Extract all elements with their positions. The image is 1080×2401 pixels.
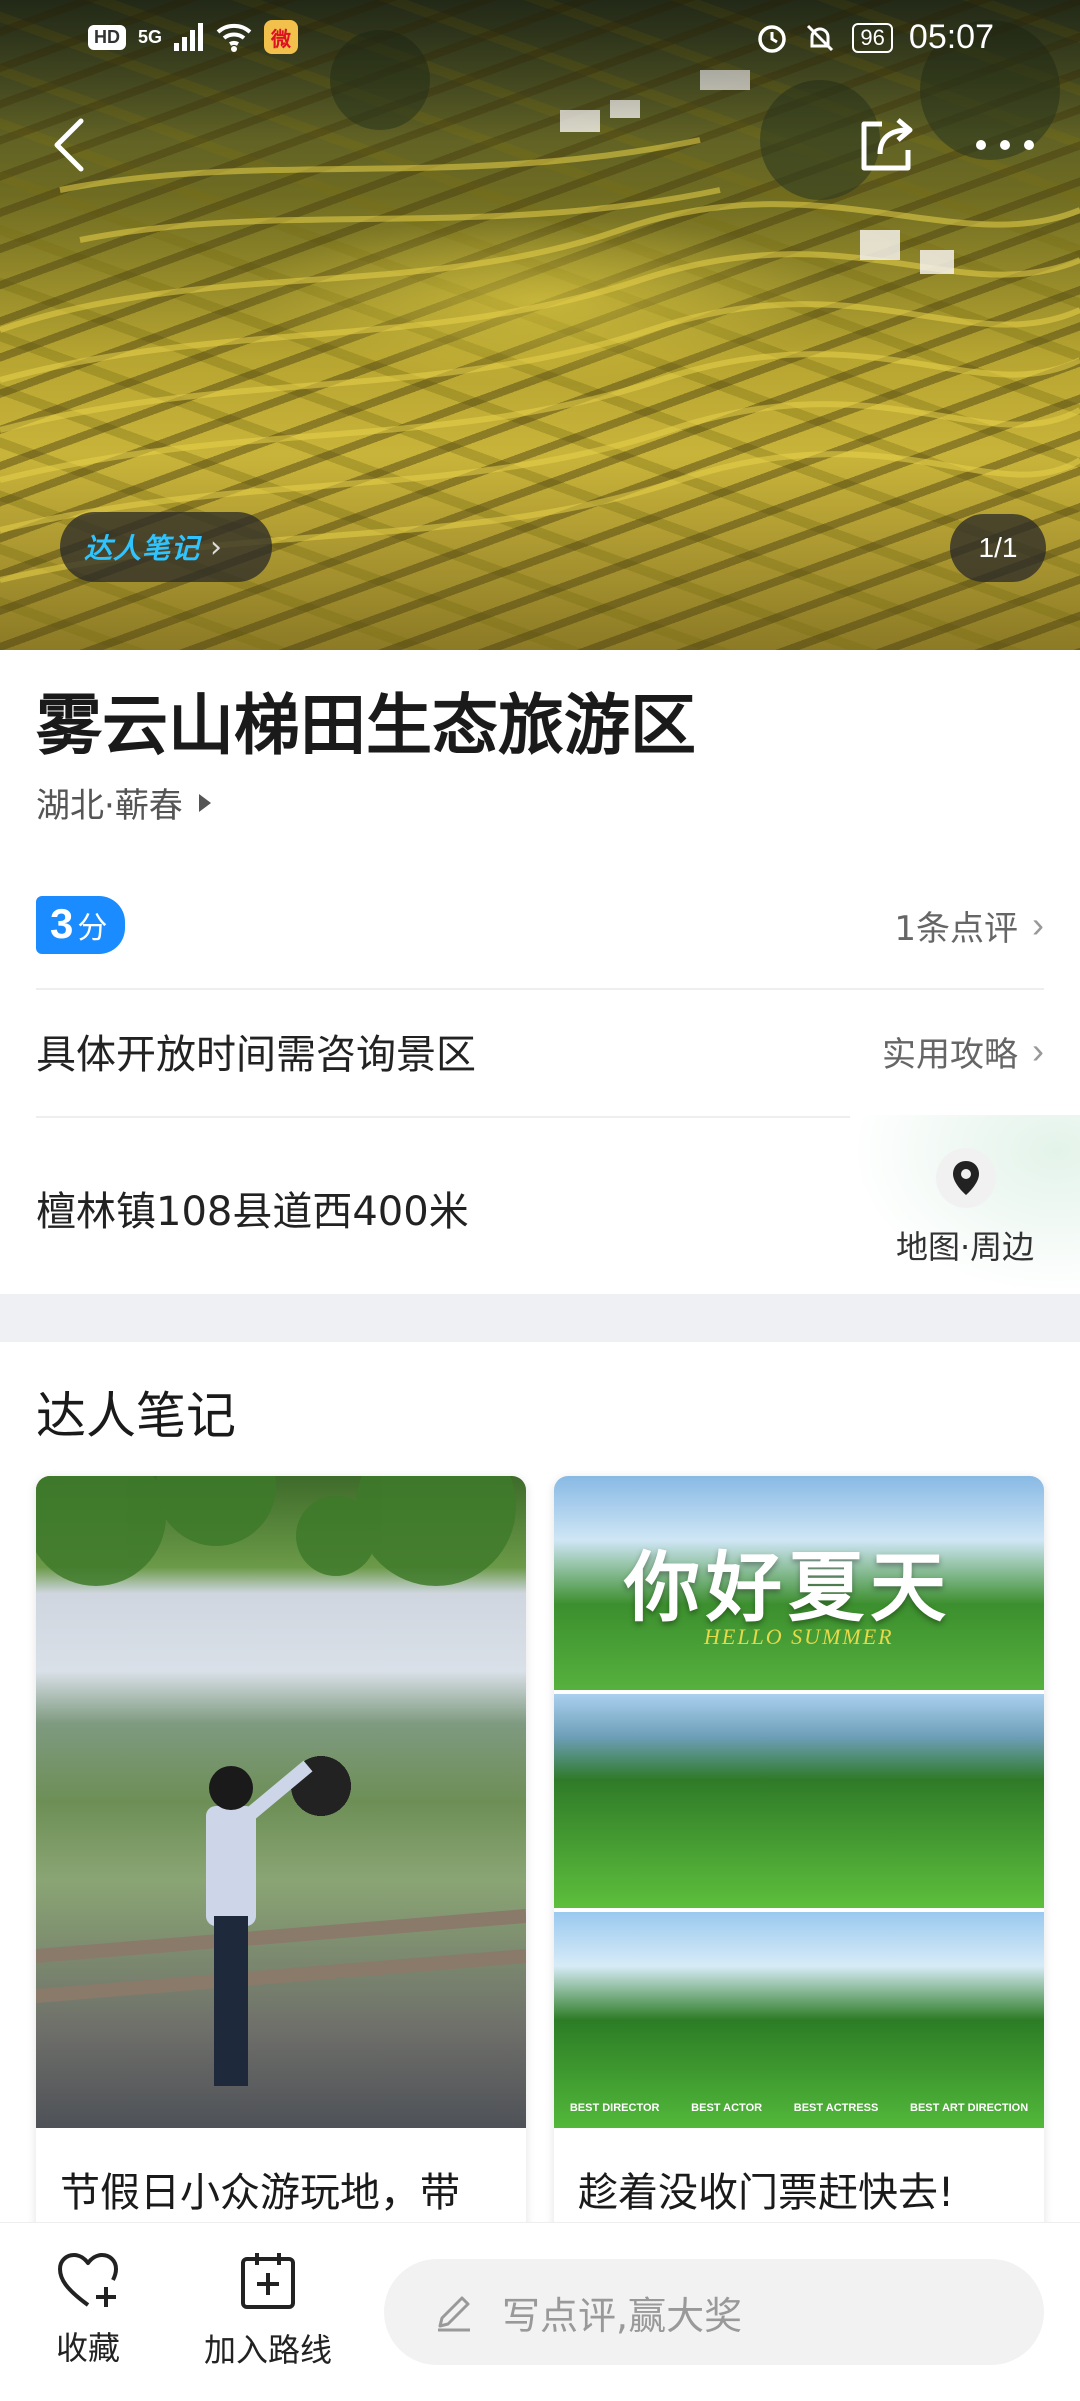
opening-hours: 具体开放时间需咨询景区 — [36, 1032, 476, 1078]
network-type: 5G — [138, 26, 163, 47]
score-number: 3 — [50, 900, 74, 947]
alarm-icon — [758, 24, 787, 53]
cover-overlay-subtitle: HELLO SUMMER — [704, 1624, 894, 1649]
favorite-label: 收藏 — [56, 2329, 121, 2367]
cover-panel — [554, 1694, 1044, 1908]
more-dots-icon — [976, 140, 1034, 150]
address-text: 檀林镇108县道西400米 — [36, 1189, 469, 1235]
note-card[interactable]: 节假日小众游玩地，带 — [36, 1476, 526, 2236]
expert-notes-pill-label: 达人笔记 — [84, 532, 201, 565]
location-pin-icon — [953, 1161, 979, 1195]
image-page-indicator: 1/1 — [950, 514, 1046, 582]
signal-icon — [174, 23, 204, 51]
add-route-button[interactable]: 加入路线 — [204, 2251, 332, 2371]
share-button[interactable] — [852, 110, 922, 180]
write-review-input[interactable]: 写点评,赢大奖 — [384, 2259, 1044, 2365]
more-button[interactable] — [970, 110, 1040, 180]
favorite-button[interactable]: 收藏 — [56, 2251, 120, 2369]
clock: 05:07 — [908, 18, 994, 56]
chevron-right-icon: › — [1032, 904, 1044, 945]
address-row[interactable]: 檀林镇108县道西400米 — [36, 1172, 836, 1244]
credit-text: BEST ACTOR — [691, 2102, 763, 2114]
wifi-icon — [216, 23, 252, 52]
triangle-right-icon — [198, 793, 211, 812]
hd-indicator: HD — [88, 24, 126, 50]
reviews-count: 1条点评 — [894, 908, 1018, 949]
note-cover-illustration — [36, 1476, 526, 2086]
notes-section-title: 达人笔记 — [36, 1387, 236, 1445]
map-nearby-label[interactable]: 地图·周边 — [896, 1222, 1034, 1268]
chevron-right-icon: › — [1032, 1030, 1044, 1071]
divider — [36, 988, 1044, 990]
note-cover-image: 你好夏天 HELLO SUMMER BEST DIRECTOR BEST ACT… — [554, 1476, 1044, 2128]
cover-overlay-title: 你好夏天 — [624, 1543, 952, 1632]
score-unit: 分 — [77, 911, 108, 946]
attraction-title: 雾云山梯田生态旅游区 — [36, 687, 696, 764]
write-review-placeholder: 写点评,赢大奖 — [502, 2293, 743, 2338]
map-button[interactable] — [936, 1148, 996, 1208]
bottom-action-bar: 收藏 加入路线 写点评,赢大奖 — [0, 2222, 1080, 2401]
location-link[interactable]: 湖北·蕲春 — [36, 778, 211, 827]
score-badge: 3 分 — [36, 896, 126, 954]
weibo-icon: 微 — [264, 20, 299, 54]
note-card-title: 节假日小众游玩地，带 — [60, 2170, 460, 2216]
status-bar: HD 5G 微 96 05:07 — [0, 0, 1080, 80]
cover-credits: BEST DIRECTOR BEST ACTOR BEST ACTRESS BE… — [554, 2102, 1044, 2114]
reviews-link[interactable]: 1条点评 › — [894, 901, 1044, 950]
hours-row: 具体开放时间需咨询景区 实用攻略 › — [36, 1016, 1044, 1086]
note-card-title: 趁着没收门票赶快去! — [578, 2170, 955, 2216]
note-card[interactable]: 你好夏天 HELLO SUMMER BEST DIRECTOR BEST ACT… — [554, 1476, 1044, 2236]
heart-plus-icon — [58, 2253, 118, 2307]
guide-link-label: 实用攻略 — [882, 1034, 1018, 1075]
credit-text: BEST ART DIRECTION — [910, 2102, 1029, 2114]
back-button[interactable] — [34, 110, 104, 180]
guide-link[interactable]: 实用攻略 › — [882, 1027, 1044, 1076]
battery-indicator: 96 — [852, 22, 893, 53]
credit-text: BEST ACTRESS — [793, 2102, 879, 2114]
back-arrow-icon — [54, 118, 84, 172]
cover-panel — [554, 1912, 1044, 2128]
calendar-plus-icon — [241, 2253, 295, 2309]
section-separator — [0, 1294, 1080, 1342]
add-route-label: 加入路线 — [204, 2331, 333, 2369]
share-icon — [861, 118, 913, 171]
credit-text: BEST DIRECTOR — [569, 2102, 660, 2114]
note-cover-image — [36, 1476, 526, 2128]
pencil-icon — [438, 2296, 470, 2332]
mute-bell-icon — [807, 24, 834, 51]
expert-notes-pill[interactable]: 达人笔记 › — [60, 512, 272, 582]
chevron-right-icon: › — [210, 529, 223, 565]
location-text: 湖北·蕲春 — [36, 786, 183, 826]
rating-row[interactable]: 3 分 1条点评 › — [36, 890, 1044, 960]
